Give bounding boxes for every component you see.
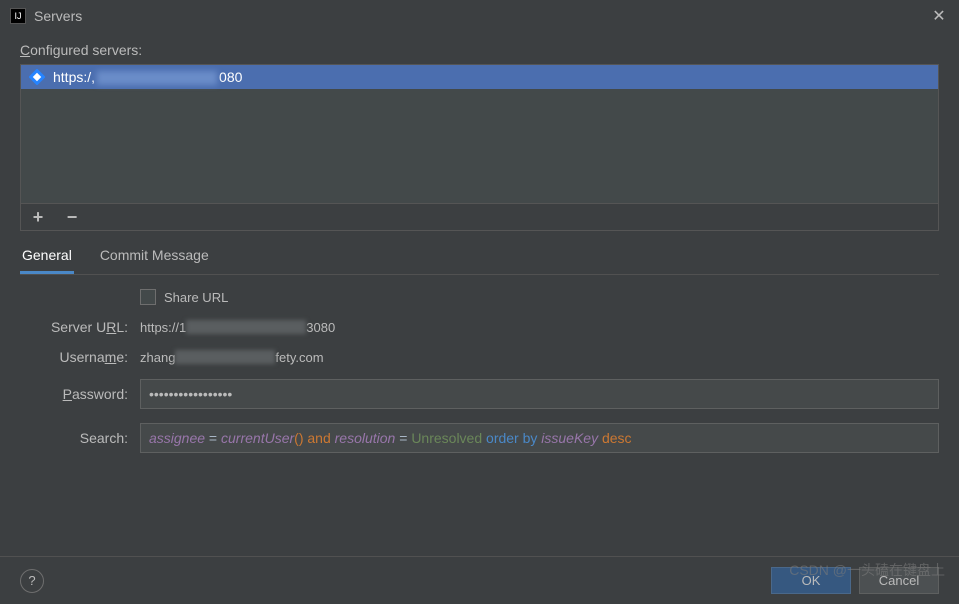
username-row: Username: zhangfety.com (20, 349, 939, 365)
remove-button[interactable]: − (63, 208, 81, 226)
server-list-item[interactable]: https:/,080 (21, 65, 938, 89)
search-row: Search: assignee = currentUser() and res… (20, 423, 939, 453)
tab-commit-message[interactable]: Commit Message (98, 243, 211, 274)
password-row: Password: (20, 379, 939, 409)
search-input[interactable]: assignee = currentUser() and resolution … (140, 423, 939, 453)
share-url-label: Share URL (164, 290, 228, 305)
search-label: Search: (20, 430, 140, 446)
tab-general[interactable]: General (20, 243, 74, 274)
server-list[interactable]: https:/,080 (20, 64, 939, 204)
tabs: General Commit Message (20, 243, 939, 275)
server-url-text: https:/,080 (53, 69, 242, 85)
ok-button[interactable]: OK (771, 567, 851, 594)
password-input[interactable] (140, 379, 939, 409)
title-bar: IJ Servers ✕ (0, 0, 959, 32)
add-button[interactable]: + (29, 208, 47, 226)
jira-icon (29, 69, 45, 85)
list-toolbar: + − (20, 204, 939, 231)
form: Share URL Server URL: https://13080 User… (20, 289, 939, 453)
server-url-label: Server URL: (20, 319, 140, 335)
server-url-row: Server URL: https://13080 (20, 319, 939, 335)
share-url-row: Share URL (140, 289, 939, 305)
app-icon: IJ (10, 8, 26, 24)
close-icon[interactable]: ✕ (929, 6, 949, 26)
password-label: Password: (20, 386, 140, 402)
server-url-input[interactable]: https://13080 (140, 320, 939, 335)
cancel-button[interactable]: Cancel (859, 567, 939, 594)
share-url-checkbox[interactable] (140, 289, 156, 305)
username-label: Username: (20, 349, 140, 365)
help-button[interactable]: ? (20, 569, 44, 593)
configured-servers-label: Configured servers: (0, 32, 959, 64)
window-title: Servers (34, 8, 929, 24)
footer: ? OK Cancel (0, 556, 959, 604)
username-input[interactable]: zhangfety.com (140, 350, 939, 365)
